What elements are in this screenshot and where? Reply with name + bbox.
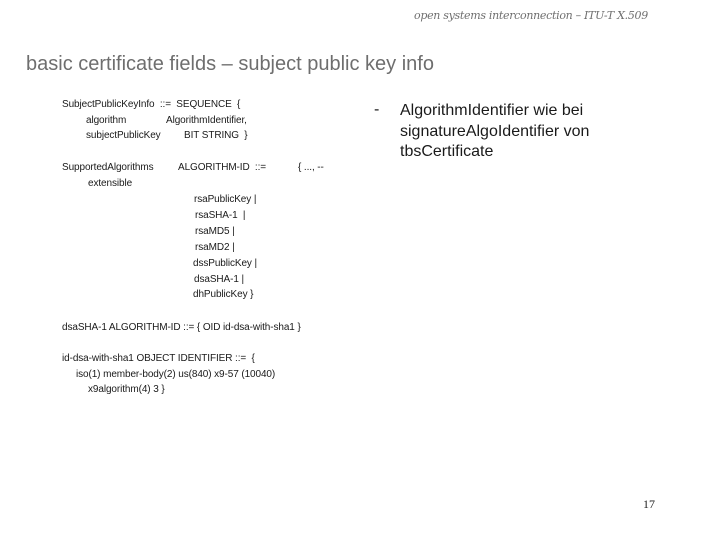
code-algorithm-item: rsaSHA-1 | (195, 210, 246, 221)
code-supported-algorithms-type: ALGORITHM-ID ::= (178, 162, 267, 173)
code-supported-algorithms-open: { ..., -- (298, 162, 324, 173)
code-dsa-sha1-definition: dsaSHA-1 ALGORITHM-ID ::= { OID id-dsa-w… (62, 322, 301, 333)
code-supported-algorithms-name: SupportedAlgorithms (62, 162, 154, 173)
slide-header: open systems interconnection – ITU-T X.5… (414, 9, 648, 22)
code-oid-definition-path: iso(1) member-body(2) us(840) x9-57 (100… (76, 369, 276, 380)
code-field-algorithm-name: algorithm (86, 115, 127, 126)
code-field-subjectpublickey-type: BIT STRING } (184, 130, 248, 141)
code-algorithm-item: dssPublicKey | (193, 258, 258, 269)
note-text: AlgorithmIdentifier wie bei signatureAlg… (400, 102, 590, 160)
note-bullet-dash: - (374, 101, 380, 118)
code-oid-definition-header: id-dsa-with-sha1 OBJECT IDENTIFIER ::= { (62, 353, 255, 364)
code-algorithm-item: rsaMD5 | (195, 226, 235, 237)
slide-title: basic certificate fields – subject publi… (26, 53, 434, 75)
page-number: 17 (643, 497, 655, 511)
code-algorithm-item: rsaMD2 | (195, 242, 235, 253)
code-line-spki-header: SubjectPublicKeyInfo ::= SEQUENCE { (62, 99, 241, 110)
code-algorithm-item: dhPublicKey } (193, 289, 254, 300)
code-field-subjectpublickey-name: subjectPublicKey (86, 130, 161, 141)
code-algorithm-item: dsaSHA-1 | (194, 274, 244, 285)
code-oid-definition-tail: x9algorithm(4) 3 } (88, 384, 165, 395)
code-algorithm-item: rsaPublicKey | (194, 194, 257, 205)
code-extensible-comment: extensible (88, 178, 133, 189)
code-field-algorithm-type: AlgorithmIdentifier, (166, 115, 247, 126)
